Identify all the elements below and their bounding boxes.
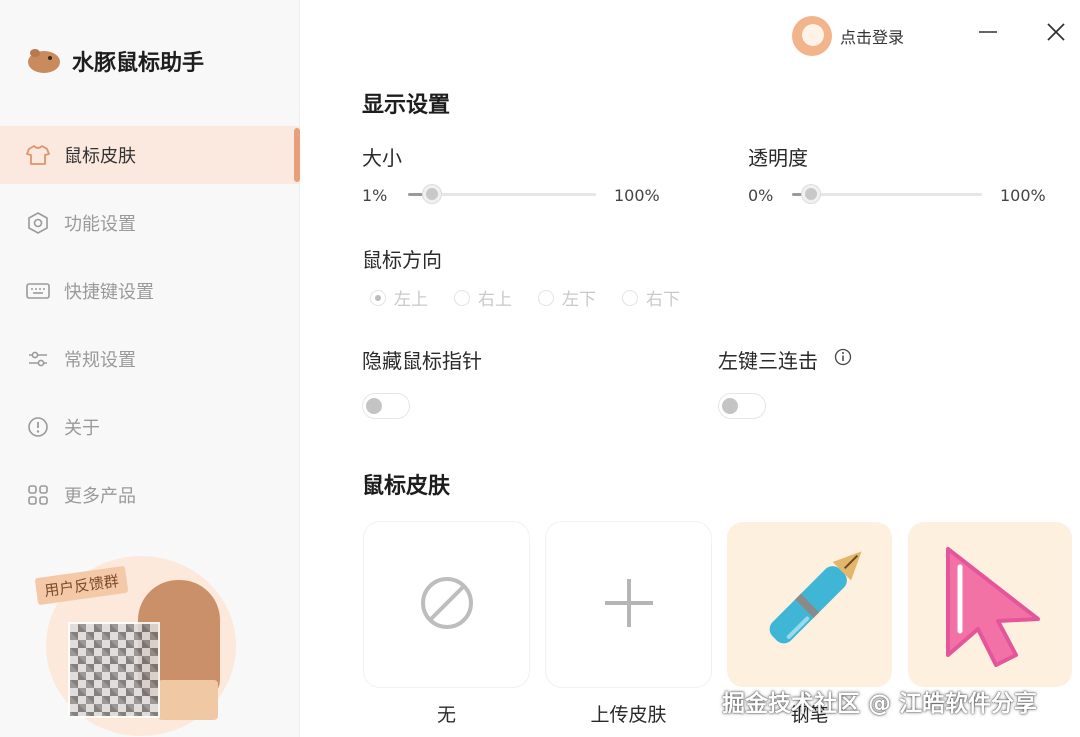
skin-label-none: 无 bbox=[436, 704, 456, 726]
slider-thumb[interactable] bbox=[423, 185, 441, 203]
display-settings-title: 显示设置 bbox=[362, 93, 451, 118]
sidebar-item-label: 常规设置 bbox=[64, 350, 136, 371]
sidebar-item-label: 更多产品 bbox=[64, 486, 136, 507]
gift-box-icon bbox=[158, 680, 218, 720]
size-min-label: 1% bbox=[362, 186, 388, 205]
grid-icon bbox=[26, 483, 50, 507]
info-icon[interactable] bbox=[834, 348, 852, 370]
radio-dot bbox=[538, 289, 554, 306]
pink-arrow-cursor-icon bbox=[920, 533, 1060, 677]
info-circle-icon bbox=[26, 415, 50, 439]
skin-card-pen[interactable] bbox=[727, 522, 892, 687]
size-slider[interactable] bbox=[408, 182, 596, 206]
sidebar-item-label: 功能设置 bbox=[64, 214, 136, 235]
direction-radio-top-right[interactable]: 右上 bbox=[454, 285, 512, 310]
opacity-slider[interactable] bbox=[792, 182, 982, 206]
sidebar-item-shortcut-settings[interactable]: 快捷键设置 bbox=[0, 262, 300, 320]
sliders-icon bbox=[26, 347, 50, 371]
sidebar-item-label: 快捷键设置 bbox=[64, 282, 154, 303]
qr-code-image[interactable] bbox=[68, 622, 160, 718]
sidebar-item-function-settings[interactable]: 功能设置 bbox=[0, 194, 300, 252]
radio-dot bbox=[454, 289, 470, 306]
radio-label: 右上 bbox=[478, 290, 512, 310]
mouse-skin-title: 鼠标皮肤 bbox=[362, 474, 451, 499]
hide-pointer-toggle[interactable] bbox=[362, 393, 410, 419]
radio-label: 左下 bbox=[562, 290, 596, 310]
direction-radio-bottom-right[interactable]: 右下 bbox=[622, 285, 680, 310]
sidebar-item-label: 关于 bbox=[64, 418, 100, 439]
opacity-max-label: 100% bbox=[1000, 186, 1046, 205]
toggle-knob bbox=[366, 398, 382, 414]
tshirt-icon bbox=[26, 143, 50, 167]
feedback-card: 用户反馈群 bbox=[28, 550, 236, 736]
radio-label: 右下 bbox=[646, 290, 680, 310]
sidebar-item-general-settings[interactable]: 常规设置 bbox=[0, 330, 300, 388]
keyboard-icon bbox=[26, 279, 50, 303]
close-icon bbox=[1046, 22, 1066, 46]
triple-click-toggle[interactable] bbox=[718, 393, 766, 419]
sidebar-item-more-products[interactable]: 更多产品 bbox=[0, 466, 300, 524]
minimize-icon bbox=[977, 21, 999, 47]
toggle-knob bbox=[722, 398, 738, 414]
skin-card-upload[interactable] bbox=[546, 522, 711, 687]
opacity-min-label: 0% bbox=[748, 186, 774, 205]
minimize-button[interactable] bbox=[972, 18, 1004, 50]
brand: 水豚鼠标助手 bbox=[26, 44, 204, 78]
fountain-pen-icon bbox=[735, 528, 885, 682]
size-max-label: 100% bbox=[614, 186, 660, 205]
hide-pointer-label: 隐藏鼠标指针 bbox=[362, 349, 482, 373]
login-button[interactable]: 点击登录 bbox=[792, 16, 904, 56]
direction-label: 鼠标方向 bbox=[362, 248, 442, 272]
radio-label: 左上 bbox=[394, 290, 428, 310]
direction-radio-top-left[interactable]: 左上 bbox=[370, 285, 428, 310]
direction-radio-group: 左上 右上 左下 右下 bbox=[370, 285, 680, 310]
capybara-logo-icon bbox=[26, 44, 62, 78]
watermark: 掘金技术社区 @ 江皓软件分享 bbox=[722, 691, 1038, 717]
radio-dot bbox=[622, 289, 638, 306]
sidebar-nav: 鼠标皮肤 功能设置 快捷键设置 常规设置 关于 更多产品 bbox=[0, 126, 300, 534]
sidebar-item-about[interactable]: 关于 bbox=[0, 398, 300, 456]
skin-card-none[interactable] bbox=[364, 522, 529, 687]
avatar bbox=[792, 16, 832, 56]
close-button[interactable] bbox=[1040, 18, 1072, 50]
slider-thumb[interactable] bbox=[802, 185, 820, 203]
login-label: 点击登录 bbox=[840, 28, 905, 47]
skin-label-upload: 上传皮肤 bbox=[590, 704, 667, 726]
sidebar-item-mouse-skin[interactable]: 鼠标皮肤 bbox=[0, 126, 300, 184]
app-title: 水豚鼠标助手 bbox=[72, 51, 205, 76]
opacity-label: 透明度 bbox=[748, 146, 808, 170]
sidebar: 水豚鼠标助手 鼠标皮肤 功能设置 快捷键设置 常规设置 关于 更多产品 用户反馈… bbox=[0, 0, 300, 737]
slider-track bbox=[792, 193, 982, 196]
size-label: 大小 bbox=[362, 146, 402, 170]
sidebar-item-label: 鼠标皮肤 bbox=[64, 146, 136, 167]
triple-click-label: 左键三连击 bbox=[718, 349, 818, 373]
no-sign-icon bbox=[418, 574, 476, 636]
skin-card-pink-arrow[interactable] bbox=[908, 522, 1072, 687]
plus-icon bbox=[601, 575, 657, 635]
hexagon-gear-icon bbox=[26, 211, 50, 235]
direction-radio-bottom-left[interactable]: 左下 bbox=[538, 285, 596, 310]
radio-dot bbox=[370, 289, 386, 306]
